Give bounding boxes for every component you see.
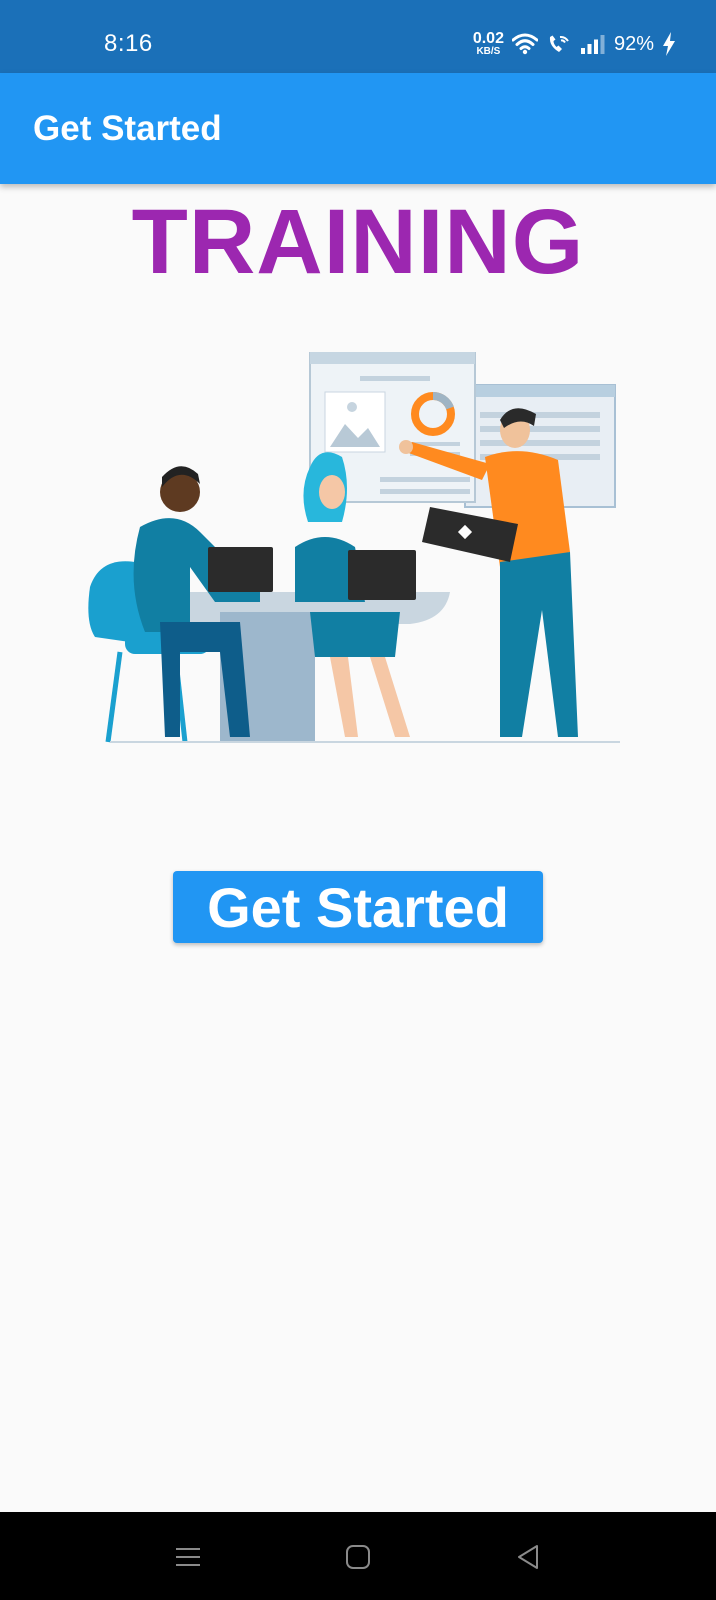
status-time: 8:16 [104,30,153,57]
training-illustration [88,352,620,743]
app-bar-title: Get Started [33,109,222,148]
wifi-icon [511,33,538,55]
system-nav-bar [0,1512,716,1600]
menu-icon[interactable] [173,1542,203,1572]
signal-icon [580,35,605,54]
main-content: TRAINING Get Started [0,184,716,1512]
status-icons: 0.02 KB/S 92% [473,26,676,62]
net-speed-unit: KB/S [476,46,501,57]
wifi-calling-icon [549,35,569,52]
get-started-button[interactable]: Get Started [173,871,543,943]
status-bar: 8:16 0.02 KB/S 92% [0,0,716,73]
net-speed-value: 0.02 [472,30,504,47]
net-speed: 0.02 KB/S [473,31,504,57]
home-icon[interactable] [343,1542,373,1572]
page-headline: TRAINING [131,191,585,293]
back-icon[interactable] [513,1542,543,1572]
app-bar: Get Started [0,73,716,184]
battery-level: 92% [613,32,654,55]
charging-icon [663,32,675,56]
